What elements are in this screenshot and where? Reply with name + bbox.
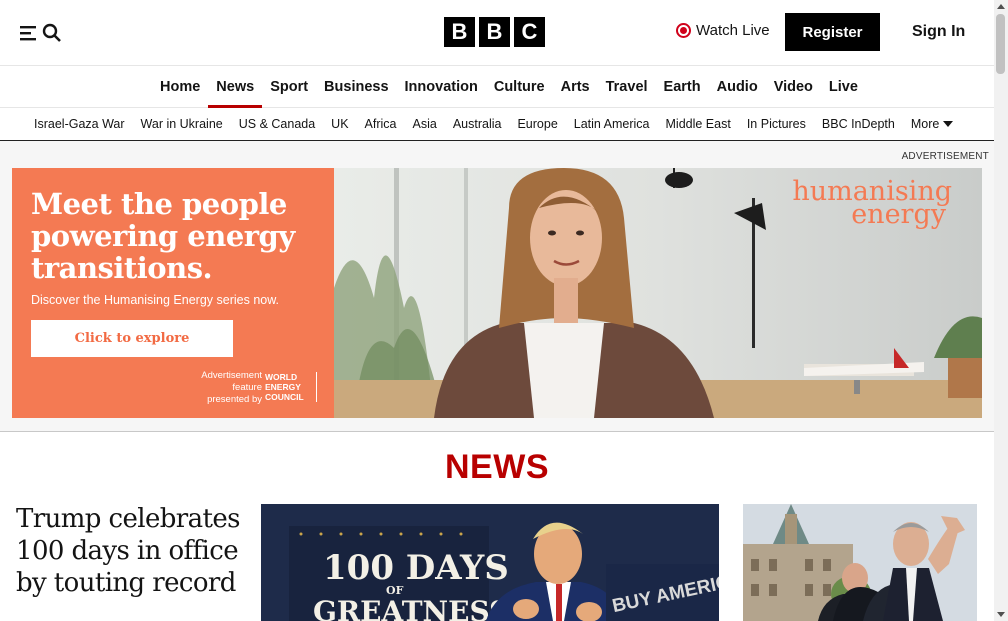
page: B B C Watch Live Register Sign In Home N…: [0, 0, 1008, 621]
nav-item-home[interactable]: Home: [152, 66, 208, 108]
secondary-nav: Israel-Gaza War War in Ukraine US & Cana…: [0, 108, 994, 141]
nav-item-travel[interactable]: Travel: [598, 66, 656, 108]
advertisement-banner: ADVERTISEMENT Meet the people powering e…: [0, 141, 994, 432]
menu-search-button[interactable]: [20, 20, 64, 46]
watch-live-link[interactable]: Watch Live: [676, 22, 770, 39]
subnav-item-latin-america[interactable]: Latin America: [566, 108, 658, 140]
section-title: NEWS: [445, 448, 549, 486]
subnav-item-bbc-indepth[interactable]: BBC InDepth: [814, 108, 903, 140]
sign-text-100-days: 100 DAYS: [323, 548, 509, 588]
subnav-item-europe[interactable]: Europe: [509, 108, 565, 140]
ad-panel[interactable]: Meet the people powering energy transiti…: [12, 168, 334, 418]
secondary-story-photo: [743, 504, 977, 621]
chevron-down-icon: [943, 121, 954, 127]
watch-live-label: Watch Live: [696, 22, 770, 39]
nav-item-audio[interactable]: Audio: [709, 66, 766, 108]
nav-item-innovation[interactable]: Innovation: [397, 66, 486, 108]
secondary-story-image[interactable]: [743, 504, 977, 621]
top-header: B B C Watch Live Register Sign In: [0, 0, 994, 66]
sign-text-greatness: GREATNESS: [313, 595, 509, 621]
ad-image[interactable]: humanising energy: [334, 168, 982, 418]
vertical-scrollbar[interactable]: [994, 0, 1008, 621]
search-icon: [42, 23, 61, 42]
live-icon: [676, 23, 691, 38]
sponsor-logo: WORLD ENERGY COUNCIL: [265, 372, 317, 402]
sign-in-link[interactable]: Sign In: [912, 23, 965, 41]
nav-item-news[interactable]: News: [208, 66, 263, 108]
lead-story-photo: 100 DAYS OF GREATNESS BUY AMERICA: [261, 504, 719, 621]
subnav-item-australia[interactable]: Australia: [445, 108, 510, 140]
logo-letter: C: [514, 17, 545, 47]
scroll-down-arrow-icon[interactable]: [997, 612, 1005, 617]
subnav-item-middle-east[interactable]: Middle East: [658, 108, 739, 140]
ad-subtext: Discover the Humanising Energy series no…: [31, 293, 280, 307]
subnav-item-africa[interactable]: Africa: [357, 108, 405, 140]
subnav-item-war-in-ukraine[interactable]: War in Ukraine: [133, 108, 231, 140]
ad-feature-text: Advertisement feature presented by: [201, 370, 262, 405]
more-label: More: [910, 117, 940, 131]
subnav-item-in-pictures[interactable]: In Pictures: [739, 108, 814, 140]
register-button[interactable]: Register: [785, 13, 880, 51]
lead-story-headline[interactable]: Trump celebrates 100 days in office by t…: [16, 503, 241, 599]
subnav-item-israel-gaza-war[interactable]: Israel-Gaza War: [26, 108, 133, 140]
nav-item-live[interactable]: Live: [821, 66, 866, 108]
scrollbar-thumb[interactable]: [996, 14, 1005, 74]
subnav-more-button[interactable]: More: [903, 108, 961, 140]
ad-headline: Meet the people powering energy transiti…: [31, 187, 295, 285]
ad-explore-button[interactable]: Click to explore: [31, 320, 233, 357]
ad-label: ADVERTISEMENT: [901, 151, 989, 162]
nav-item-business[interactable]: Business: [316, 66, 396, 108]
subnav-item-us-canada[interactable]: US & Canada: [231, 108, 323, 140]
logo-letter: B: [479, 17, 510, 47]
primary-nav: Home News Sport Business Innovation Cult…: [0, 66, 994, 108]
scroll-up-arrow-icon[interactable]: [997, 4, 1005, 9]
subnav-item-asia[interactable]: Asia: [405, 108, 445, 140]
nav-item-sport[interactable]: Sport: [262, 66, 316, 108]
lead-story-image[interactable]: 100 DAYS OF GREATNESS BUY AMERICA: [261, 504, 719, 621]
logo-letter: B: [444, 17, 475, 47]
bbc-logo[interactable]: B B C: [444, 17, 545, 47]
nav-item-video[interactable]: Video: [766, 66, 821, 108]
nav-item-arts[interactable]: Arts: [553, 66, 598, 108]
nav-item-earth[interactable]: Earth: [656, 66, 709, 108]
nav-item-culture[interactable]: Culture: [486, 66, 553, 108]
menu-icon: [20, 26, 36, 41]
subnav-item-uk[interactable]: UK: [323, 108, 356, 140]
ad-brand-wordmark: humanising energy: [792, 178, 952, 228]
